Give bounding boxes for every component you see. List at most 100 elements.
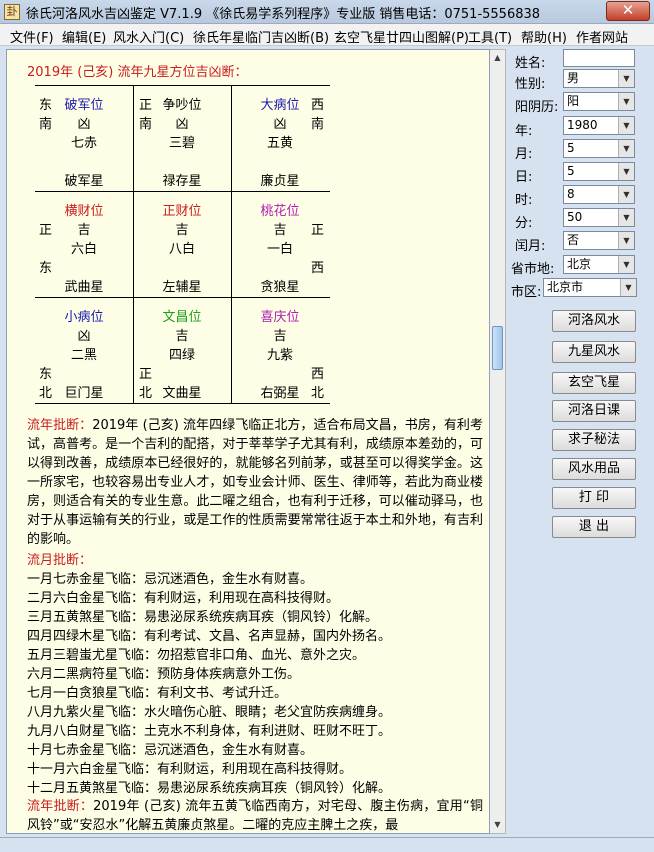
monthly-item: 二月六白金星飞临：有利财运，利用现在高科技得财。 — [27, 591, 340, 606]
star-number: 八白 — [168, 242, 195, 257]
menu-file[interactable]: 文件(F) — [10, 27, 54, 46]
monthly-item: 六月二黑病符星飞临：预防身体疾病意外工伤。 — [27, 667, 301, 682]
year-label: 年: — [515, 124, 533, 139]
scroll-thumb[interactable] — [492, 326, 503, 370]
star-number: 一白 — [266, 242, 293, 257]
print-button[interactable]: 打 印 — [552, 487, 636, 509]
grid-cell-west: 正 西 桃花位 吉 一白 贪狼星 — [231, 196, 329, 300]
direction-label: 东 — [39, 261, 53, 276]
position-name: 破军位 — [64, 98, 104, 113]
star-name: 巨门星 — [64, 386, 104, 401]
heluo-rike-button[interactable]: 河洛日课 — [552, 400, 636, 422]
jiuxing-fengshui-button[interactable]: 九星风水 — [552, 341, 636, 363]
day-select[interactable]: 5 ▼ — [563, 162, 635, 181]
chevron-down-icon[interactable]: ▼ — [618, 186, 634, 203]
luck-label: 吉 — [175, 329, 189, 344]
qiuzi-mifa-button[interactable]: 求子秘法 — [552, 429, 636, 451]
district-select[interactable]: 北京市 ▼ — [543, 278, 637, 297]
direction-label: 西 — [311, 367, 325, 382]
menu-edit[interactable]: 编辑(E) — [62, 27, 106, 46]
annual-analysis-2: 流年批断：2019年 (己亥) 流年五黄飞临西南方，对宅母、腹主伤病，宜用“铜风… — [27, 797, 483, 833]
monthly-item: 十二月五黄煞星飞临：易患泌尿系统疾病耳疾（铜风铃）化解。 — [27, 781, 392, 796]
month-label: 月: — [515, 147, 533, 162]
calendar-select[interactable]: 阳 ▼ — [563, 92, 635, 111]
monthly-item: 一月七赤金星飞临：忌沉迷酒色，金生水有财喜。 — [27, 572, 314, 587]
position-name: 喜庆位 — [260, 310, 300, 325]
close-button[interactable]: ✕ — [606, 1, 650, 21]
leap-month-label: 闰月: — [515, 239, 546, 254]
star-number: 九紫 — [266, 348, 293, 363]
minute-value: 50 — [567, 210, 583, 224]
grid-cell-east: 正 东 横财位 吉 六白 武曲星 — [35, 196, 133, 300]
heluo-fengshui-button[interactable]: 河洛风水 — [552, 310, 636, 332]
minute-select[interactable]: 50 ▼ — [563, 208, 635, 227]
grid-cell-north: 正 北 文昌位 吉 四绿 文曲星 — [133, 302, 231, 406]
grid-cell-northeast: 东 北 小病位 凶 二黑 巨门星 — [35, 302, 133, 406]
year-select[interactable]: 1980 ▼ — [563, 116, 635, 135]
chevron-down-icon[interactable]: ▼ — [618, 256, 634, 273]
chevron-down-icon[interactable]: ▼ — [620, 279, 636, 296]
name-field[interactable] — [563, 49, 635, 67]
year-value: 1980 — [567, 118, 598, 132]
position-name: 横财位 — [64, 204, 104, 219]
chevron-down-icon[interactable]: ▼ — [618, 163, 634, 180]
position-name: 正财位 — [162, 204, 202, 219]
calendar-label: 阳阴历: — [515, 100, 559, 115]
scroll-up-icon[interactable]: ▲ — [492, 52, 503, 64]
position-name: 争吵位 — [162, 98, 202, 113]
menu-flying-star[interactable]: 玄空飞星廿四山图解(P) — [334, 27, 469, 46]
exit-button[interactable]: 退 出 — [552, 516, 636, 538]
position-name: 小病位 — [64, 310, 104, 325]
xuankong-feixing-button[interactable]: 玄空飞星 — [552, 372, 636, 394]
grid-cell-southeast: 东 南 破军位 凶 七赤 破军星 — [35, 90, 133, 194]
fengshui-goods-button[interactable]: 风水用品 — [552, 458, 636, 480]
chevron-down-icon[interactable]: ▼ — [618, 117, 634, 134]
calendar-value: 阳 — [567, 94, 580, 108]
status-bar — [0, 837, 654, 852]
star-number: 四绿 — [168, 348, 195, 363]
position-name: 文昌位 — [162, 310, 202, 325]
direction-label: 正 — [139, 367, 153, 382]
monthly-item: 七月一白贪狼星飞临：有利文书、考试升迁。 — [27, 686, 288, 701]
menu-help[interactable]: 帮助(H) — [521, 27, 567, 46]
luck-label: 吉 — [175, 223, 189, 238]
chevron-down-icon[interactable]: ▼ — [618, 232, 634, 249]
grid-cell-center: 正财位 吉 八白 左辅星 — [133, 196, 231, 300]
menu-fengshui-intro[interactable]: 风水入门(C) — [113, 27, 184, 46]
month-select[interactable]: 5 ▼ — [563, 139, 635, 158]
grid-line — [35, 85, 330, 86]
monthly-item: 八月九紫火星飞临：水火暗伤心脏、眼睛；老父宜防疾病缠身。 — [27, 705, 392, 720]
gender-label: 性别: — [515, 77, 546, 92]
menu-annual-star[interactable]: 徐氏年星临门吉凶断(B) — [193, 27, 329, 46]
province-select[interactable]: 北京 ▼ — [563, 255, 635, 274]
chevron-down-icon[interactable]: ▼ — [618, 140, 634, 157]
chevron-down-icon[interactable]: ▼ — [618, 209, 634, 226]
month-value: 5 — [567, 141, 575, 155]
menu-author-site[interactable]: 作者网站 — [576, 27, 628, 46]
monthly-item: 三月五黄煞星飞临：易患泌尿系统疾病耳疾（铜风铃）化解。 — [27, 610, 379, 625]
gender-select[interactable]: 男 ▼ — [563, 69, 635, 88]
report-text-area[interactable]: 2019年 (己亥) 流年九星方位吉凶断： 东 南 破军位 凶 七赤 破军星 正… — [6, 49, 490, 834]
chevron-down-icon[interactable]: ▼ — [618, 93, 634, 110]
luck-label: 凶 — [77, 329, 91, 344]
leap-month-select[interactable]: 否 ▼ — [563, 231, 635, 250]
title-bar[interactable]: 卦 徐氏河洛风水吉凶鉴定 V7.1.9 《徐氏易学系列程序》专业版 销售电话：0… — [0, 0, 654, 24]
monthly-item: 十一月六白金星飞临：有利财运，利用现在高科技得财。 — [27, 762, 353, 777]
star-name: 破军星 — [64, 174, 104, 189]
annual-label: 流年批断： — [27, 418, 93, 433]
menu-tools[interactable]: 工具(T) — [468, 27, 512, 46]
monthly-item: 四月四绿木星飞临：有利考试、文昌、名声显赫，国内外扬名。 — [27, 629, 392, 644]
scroll-down-icon[interactable]: ▼ — [492, 819, 503, 831]
star-name: 贪狼星 — [260, 280, 300, 295]
chevron-down-icon[interactable]: ▼ — [618, 70, 634, 87]
report-header: 2019年 (己亥) 流年九星方位吉凶断： — [27, 65, 248, 80]
window-title: 徐氏河洛风水吉凶鉴定 V7.1.9 《徐氏易学系列程序》专业版 销售电话：075… — [26, 7, 541, 22]
menu-bar: 文件(F) 编辑(E) 风水入门(C) 徐氏年星临门吉凶断(B) 玄空飞星廿四山… — [0, 24, 654, 46]
vertical-scrollbar[interactable]: ▲ ▼ — [490, 49, 506, 834]
star-name: 武曲星 — [64, 280, 104, 295]
luck-label: 凶 — [175, 117, 189, 132]
grid-cell-northwest: 西 北 喜庆位 吉 九紫 右弼星 — [231, 302, 329, 406]
app-icon[interactable]: 卦 — [4, 4, 20, 20]
minute-label: 分: — [515, 216, 533, 231]
hour-select[interactable]: 8 ▼ — [563, 185, 635, 204]
